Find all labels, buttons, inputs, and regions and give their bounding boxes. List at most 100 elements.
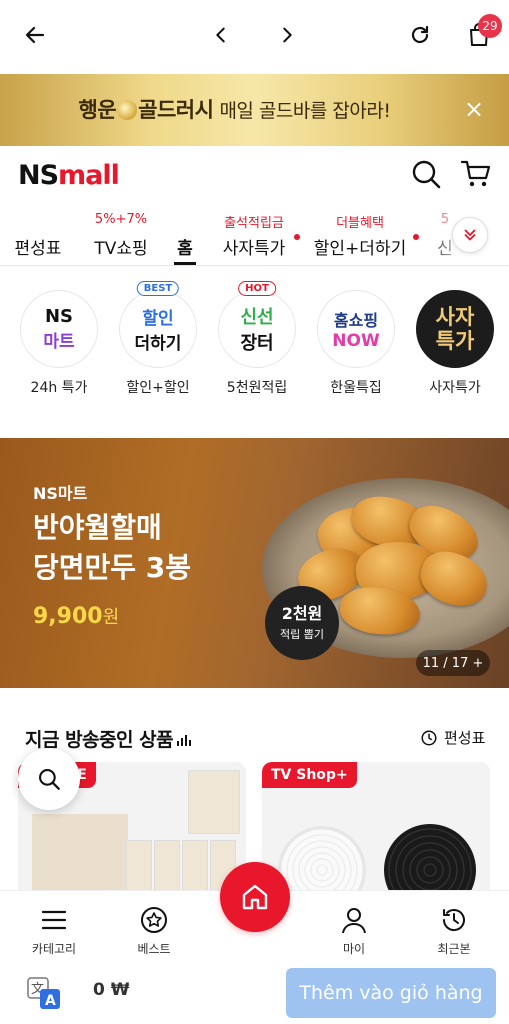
shortcut-fresh-market[interactable]: HOT 신선 장터 5천원적립 [216,281,298,397]
nav-label: 마이 [342,942,366,956]
nav-home-button[interactable] [220,862,290,932]
nav-label: 카테고리 [31,942,77,956]
tab-hint: 더블혜택 [336,216,384,231]
clock-icon [421,730,437,745]
shortcut-caption: 할인+할인 [126,380,190,396]
home-icon [242,884,268,910]
product-package-image [182,840,208,897]
tab-tv-shopping[interactable]: 5%+7% TV쇼핑 [86,204,156,265]
promo-title-b: 골드러시 [138,98,214,122]
tab-discount-plus[interactable]: 더블혜택 할인+더하기 [310,204,419,265]
live-product-card[interactable]: TV Shop+ [262,762,490,897]
new-dot [294,234,300,240]
shortcut-circle: NS 마트 [20,290,98,368]
schedule-label: 편성표 [444,729,486,747]
banner-pager[interactable]: 11 / 17 + [416,650,490,676]
black-fan-image [384,824,476,897]
shortcut-caption: 사자특가 [429,380,481,396]
schedule-link[interactable]: 편성표 [420,727,485,748]
new-dot [413,234,419,240]
back-arrow-icon[interactable] [18,18,52,52]
shortcut-line2: 특가 [435,329,475,353]
shortcut-line2: NOW [332,331,380,351]
translate-icon[interactable]: 文A [26,975,62,1011]
search-icon [39,769,60,790]
tab-hint: 5%+7% [94,212,148,227]
shortcut-line1: 할인 [142,309,174,329]
tab-label: TV쇼핑 [94,239,148,259]
tab-label: 할인+더하기 [313,239,407,259]
shortcut-circle: 홈쇼핑 NOW [317,290,395,368]
hero-price-value: 9,900 [33,604,103,629]
reward-amount: 2천원 [281,604,323,623]
double-chevron-down-icon [464,229,476,241]
shortcut-line1: 홈쇼핑 [333,311,379,330]
tab-label: 사자특가 [222,239,286,259]
nav-category[interactable]: 카테고리 [14,905,94,957]
tab-label: 편성표 [14,239,62,259]
hero-price: 9,900원 [33,603,119,629]
active-tab-indicator [174,262,196,265]
nav-best[interactable]: 베스트 [114,905,194,957]
tab-lion-deals[interactable]: 출석적립금 사자특가 [214,204,300,265]
logo-ns: NS [18,160,59,191]
ns-mall-logo[interactable]: NSmall [18,160,120,191]
shortcut-discount-plus[interactable]: BEST 할인 더하기 할인+할인 [117,281,199,397]
product-package-image [126,840,152,897]
hero-price-unit: 원 [102,607,120,628]
cart-total: 0 ₩ [93,980,130,1000]
add-to-cart-button[interactable]: Thêm vào giỏ hàng [286,968,496,1018]
shortcut-homeshopping-now[interactable]: 홈쇼핑 NOW 한울특집 [315,290,397,397]
history-clock-icon [442,909,465,932]
shortcut-caption: 24h 특가 [30,380,88,396]
svg-text:A: A [45,993,56,1009]
hero-banner[interactable]: NS마트 반야월할매 당면만두 3봉 9,900원 2천원 적립 뽑기 11 /… [0,438,509,688]
tab-schedule[interactable]: 편성표 [8,204,68,265]
tab-hint: 출석적립금 [224,216,284,231]
nav-my[interactable]: 마이 [314,905,394,957]
shortcut-circle: BEST 할인 더하기 [119,281,197,368]
shortcut-ns-mart[interactable]: NS 마트 24h 특가 [18,290,100,397]
promo-text: 행운 골드러시 매일 골드바를 잡아라! [0,94,469,124]
reload-icon[interactable] [403,18,437,52]
hero-title-line1: 반야월할매 [33,511,162,544]
person-icon [342,908,366,934]
promo-banner[interactable]: 행운 골드러시 매일 골드바를 잡아라! × [0,74,509,146]
search-icon[interactable] [410,158,444,192]
shortcut-caption: 5천원적립 [226,380,288,396]
shortcut-line1: 사자 [435,305,475,329]
shortcut-line1: NS [44,306,74,327]
product-package-image [188,770,240,834]
shortcut-lion-deals[interactable]: 사자 특가 사자특가 [414,290,496,397]
star-badge-icon [141,907,167,933]
shortcut-line1: 신선 [240,307,274,328]
product-package-image [32,814,128,897]
chevron-left-icon[interactable] [204,18,238,52]
live-bars-icon [177,734,192,746]
gold-coin-icon [117,100,138,120]
shortcut-circle: 사자 특가 [416,290,494,368]
cart-icon[interactable] [460,158,494,192]
hero-title-line2: 당면만두 3봉 [33,551,192,584]
shortcut-circle: HOT 신선 장터 [218,281,296,368]
product-package-image [154,840,180,897]
reward-label: 적립 뽑기 [280,628,324,641]
nav-label: 최근본 [437,942,471,956]
hero-title: 반야월할매 당면만두 3봉 [33,508,191,588]
floating-search-button[interactable] [18,748,80,810]
tv-shop-plus-tag: TV Shop+ [262,762,357,788]
shortcut-line2: 마트 [43,332,75,352]
hot-tag: HOT [238,281,276,296]
reward-badge: 2천원 적립 뽑기 [265,586,339,660]
nav-recent[interactable]: 최근본 [414,905,494,957]
nav-label: 베스트 [137,942,171,956]
best-tag: BEST [136,281,180,296]
tabs-expand-button[interactable] [452,217,488,253]
chevron-right-icon[interactable] [270,18,304,52]
promo-close-button[interactable]: × [461,96,487,122]
logo-mall: mall [58,160,120,191]
promo-subtitle: 매일 골드바를 잡아라! [219,100,391,122]
hero-brand: NS마트 [33,484,88,503]
promo-title-a: 행운 [78,98,117,122]
tab-home[interactable]: 홈 [174,204,196,265]
